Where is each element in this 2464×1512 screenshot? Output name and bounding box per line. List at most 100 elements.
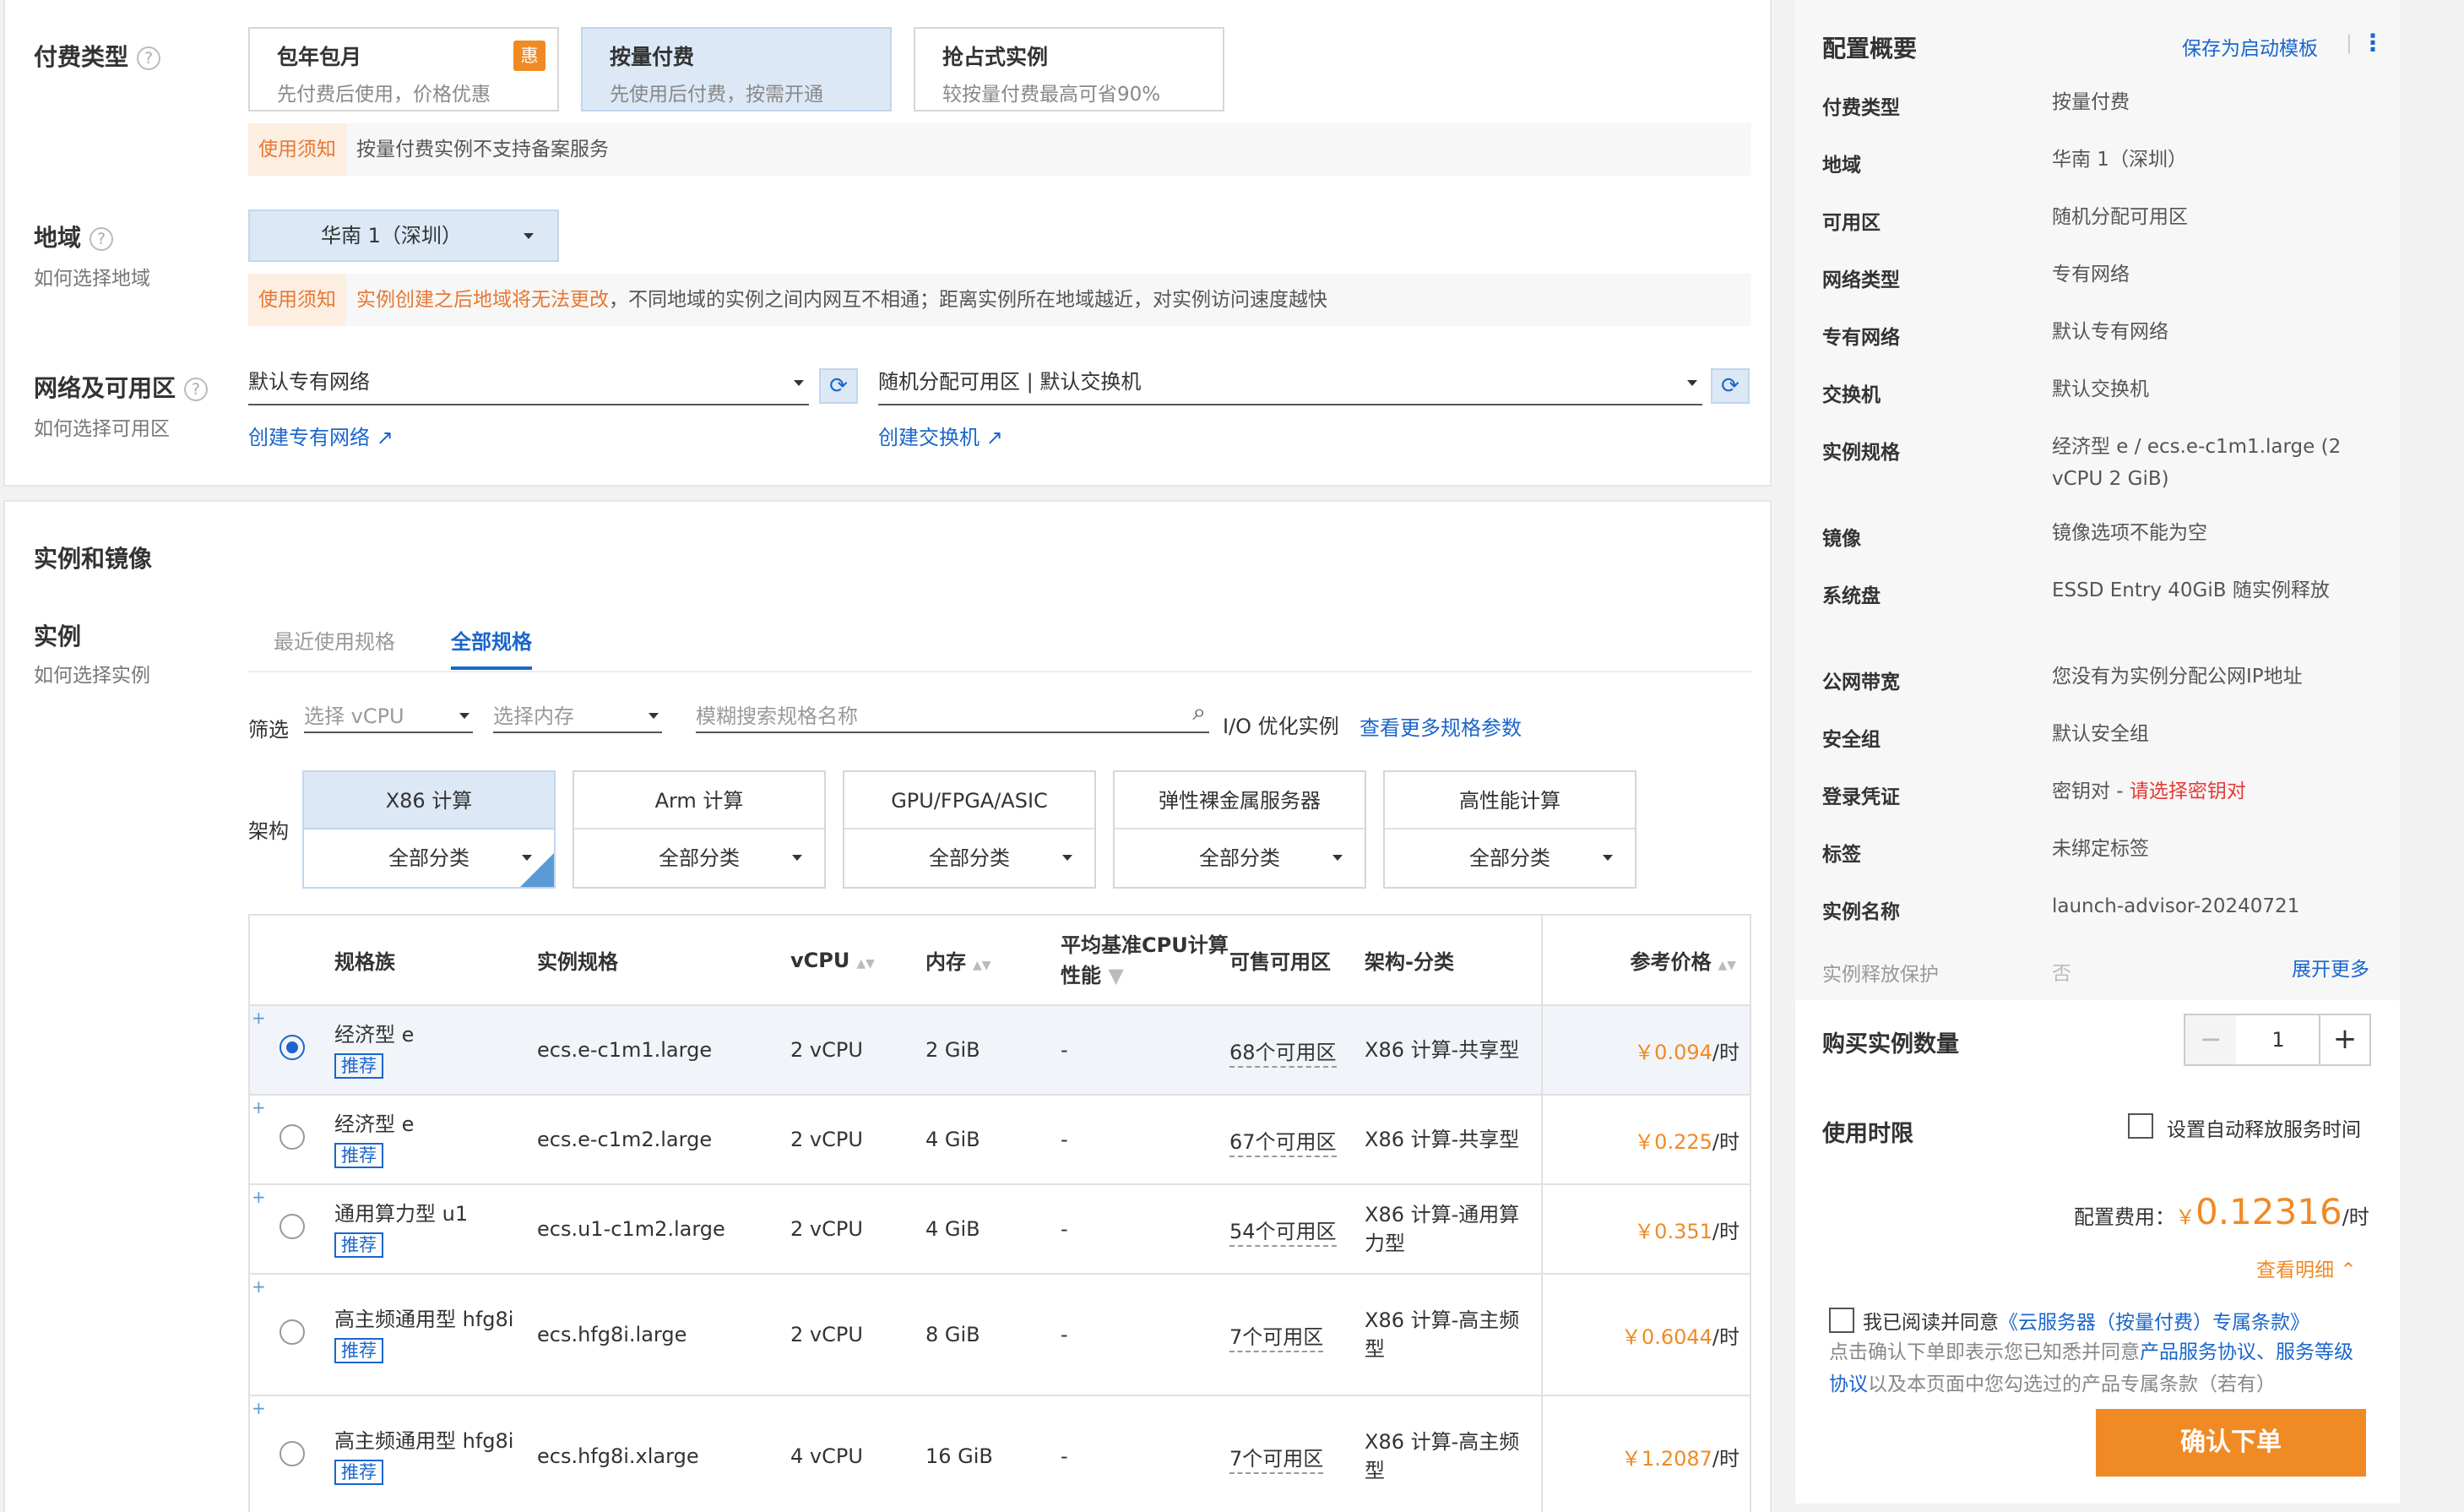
refresh-icon[interactable]: ⟳: [819, 368, 858, 404]
confirm-order-button[interactable]: 确认下单: [2096, 1409, 2366, 1477]
agreement-checkbox[interactable]: [1829, 1308, 1854, 1333]
zones-text[interactable]: 54个可用区: [1229, 1219, 1337, 1247]
row-select-cell[interactable]: +: [250, 1395, 334, 1512]
refresh-icon[interactable]: ⟳: [1711, 368, 1750, 404]
expand-icon[interactable]: +: [252, 1398, 266, 1418]
arch-category-select[interactable]: 全部分类: [844, 829, 1094, 887]
arch-gpu[interactable]: GPU/FPGA/ASIC 全部分类: [843, 770, 1096, 889]
fee-unit: /时: [2342, 1205, 2369, 1229]
vcpu-filter-select[interactable]: 选择 vCPU: [304, 699, 473, 733]
zones-cell[interactable]: 7个可用区: [1229, 1274, 1365, 1396]
billing-option-pay-as-you-go[interactable]: 按量付费 先使用后付费，按需开通: [581, 27, 892, 111]
arch-name: GPU/FPGA/ASIC: [844, 772, 1094, 829]
row-radio[interactable]: [280, 1124, 305, 1150]
arch-x86[interactable]: X86 计算 全部分类: [302, 770, 556, 889]
spec-cell: ecs.hfg8i.xlarge: [537, 1395, 790, 1512]
arch-category-select[interactable]: 全部分类: [1115, 829, 1365, 887]
zone-help-link[interactable]: 如何选择可用区: [34, 412, 170, 441]
arch-category-select[interactable]: 全部分类: [1385, 829, 1635, 887]
spec-cell: ecs.u1-c1m2.large: [537, 1184, 790, 1275]
billing-option-subscription[interactable]: 包年包月 先付费后使用，价格优惠 惠: [248, 27, 559, 111]
zones-text[interactable]: 68个可用区: [1229, 1040, 1337, 1068]
arch-arm[interactable]: Arm 计算 全部分类: [573, 770, 826, 889]
expand-icon[interactable]: +: [252, 1008, 266, 1028]
vpc-select[interactable]: 默认专有网络: [248, 365, 809, 405]
create-vpc-link[interactable]: 创建专有网络 ↗: [248, 421, 393, 450]
summary-value: launch-advisor-20240721: [2052, 890, 2373, 922]
header-vcpu[interactable]: vCPU ▲▼: [790, 916, 925, 1006]
zones-text[interactable]: 67个可用区: [1229, 1129, 1337, 1157]
zones-cell[interactable]: 68个可用区: [1229, 1005, 1365, 1096]
row-radio[interactable]: [280, 1441, 305, 1466]
sort-icon[interactable]: ▲▼: [856, 957, 875, 971]
expand-more-link[interactable]: 展开更多: [2292, 953, 2369, 982]
table-row[interactable]: + 经济型 e 推荐 ecs.e-c1m1.large 2 vCPU 2 GiB -68个可…: [250, 1005, 1750, 1096]
arch-name: X86 计算: [304, 772, 554, 829]
divider: |: [2346, 32, 2353, 54]
zones-cell[interactable]: 54个可用区: [1229, 1184, 1365, 1275]
sort-icon[interactable]: ▲▼: [1718, 959, 1736, 972]
zones-cell[interactable]: 7个可用区: [1229, 1395, 1365, 1512]
arch-category-select[interactable]: 全部分类: [574, 829, 824, 887]
view-detail-link[interactable]: 查看明细 ⌃: [2256, 1254, 2357, 1282]
agreement-link[interactable]: 《云服务器（按量付费）专属条款》: [1999, 1312, 2309, 1334]
arch-category-select[interactable]: 全部分类: [304, 829, 554, 887]
row-radio[interactable]: [280, 1035, 305, 1060]
summary-value: 镜像选项不能为空: [2052, 517, 2373, 549]
header-cpu-perf[interactable]: 平均基准CPU计算性能 ▼: [1061, 916, 1229, 1006]
help-icon[interactable]: ?: [137, 46, 161, 70]
header-memory[interactable]: 内存 ▲▼: [925, 916, 1061, 1006]
row-radio[interactable]: [280, 1214, 305, 1239]
region-label-text: 地域: [34, 224, 82, 252]
summary-value-text: 未绑定标签: [2052, 838, 2149, 860]
fee-label-text: 配置费用：: [2074, 1205, 2175, 1229]
auto-release-checkbox[interactable]: [2128, 1113, 2153, 1139]
sort-icon[interactable]: ▲▼: [973, 959, 991, 972]
table-row[interactable]: + 高主频通用型 hfg8i 推荐 ecs.hfg8i.xlarge 4 vCPU 16 …: [250, 1395, 1750, 1512]
arch-bare-metal[interactable]: 弹性裸金属服务器 全部分类: [1113, 770, 1366, 889]
arch-hpc[interactable]: 高性能计算 全部分类: [1383, 770, 1636, 889]
arch-category-value: 全部分类: [929, 846, 1010, 870]
help-icon[interactable]: ?: [90, 227, 114, 251]
spec-search-input[interactable]: 模糊搜索规格名称 ⌕: [696, 698, 1209, 733]
search-icon[interactable]: ⌕: [1192, 698, 1206, 726]
summary-value-warning[interactable]: 请选择密钥对: [2130, 780, 2246, 802]
more-vertical-icon[interactable]: ⋮: [2361, 29, 2385, 57]
header-price[interactable]: 参考价格 ▲▼: [1541, 916, 1750, 1006]
row-radio[interactable]: [280, 1319, 305, 1345]
save-template-link[interactable]: 保存为启动模板: [2182, 32, 2318, 61]
row-select-cell[interactable]: +: [250, 1274, 334, 1396]
region-select[interactable]: 华南 1（深圳）: [248, 209, 559, 262]
more-spec-params-link[interactable]: 查看更多规格参数: [1360, 711, 1522, 741]
row-select-cell[interactable]: +: [250, 1184, 334, 1275]
table-row[interactable]: + 高主频通用型 hfg8i 推荐 ecs.hfg8i.large 2 vCPU 8 Gi…: [250, 1274, 1750, 1396]
table-row[interactable]: + 通用算力型 u1 推荐 ecs.u1-c1m2.large 2 vCPU 4 GiB -…: [250, 1184, 1750, 1275]
expand-icon[interactable]: +: [252, 1187, 266, 1207]
table-row[interactable]: + 经济型 e 推荐 ecs.e-c1m2.large 2 vCPU 4 GiB -67个可…: [250, 1095, 1750, 1185]
expand-icon[interactable]: +: [252, 1276, 266, 1297]
minus-icon[interactable]: −: [2185, 1015, 2236, 1064]
plus-icon[interactable]: +: [2319, 1015, 2369, 1064]
cpu-perf-cell: -: [1061, 1095, 1229, 1185]
selected-corner-icon: [520, 853, 554, 887]
create-switch-link[interactable]: 创建交换机 ↗: [878, 421, 1003, 450]
instance-help-link[interactable]: 如何选择实例: [34, 659, 150, 688]
memory-filter-select[interactable]: 选择内存: [493, 699, 662, 733]
row-select-cell[interactable]: +: [250, 1095, 334, 1185]
tab-all-specs[interactable]: 全部规格: [451, 625, 532, 670]
zones-text[interactable]: 7个可用区: [1229, 1324, 1324, 1352]
zones-text[interactable]: 7个可用区: [1229, 1446, 1324, 1474]
header-zones: 可售可用区: [1229, 916, 1365, 1006]
billing-option-preemptible[interactable]: 抢占式实例 较按量付费最高可省90%: [914, 27, 1224, 111]
summary-key: 镜像: [1822, 528, 1861, 550]
zones-cell[interactable]: 67个可用区: [1229, 1095, 1365, 1185]
zone-select[interactable]: 随机分配可用区 | 默认交换机: [878, 365, 1702, 405]
region-help-link[interactable]: 如何选择地域: [34, 262, 150, 291]
help-icon[interactable]: ?: [184, 378, 209, 401]
expand-icon[interactable]: +: [252, 1097, 266, 1118]
summary-key: 实例名称: [1822, 901, 1900, 923]
row-select-cell[interactable]: +: [250, 1005, 334, 1096]
tab-recent-specs[interactable]: 最近使用规格: [274, 625, 395, 655]
qty-input[interactable]: 1: [2236, 1015, 2320, 1064]
filter-icon[interactable]: ▼: [1108, 964, 1123, 987]
